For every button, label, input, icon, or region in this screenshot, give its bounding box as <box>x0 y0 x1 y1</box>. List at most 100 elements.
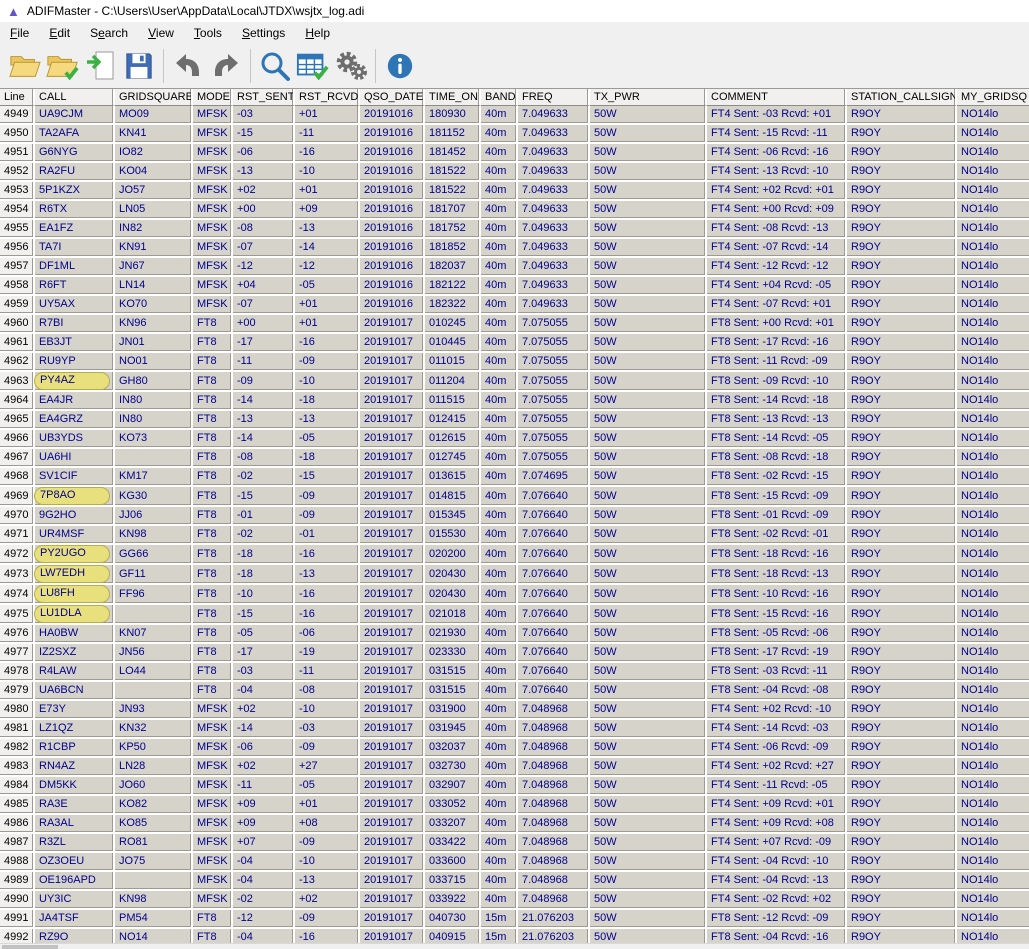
cell-comment[interactable]: FT8 Sent: -10 Rcvd: -16 <box>707 585 847 605</box>
cell-band[interactable]: 40m <box>481 545 518 565</box>
cell-tx_pwr[interactable]: 50W <box>590 487 707 507</box>
cell-tx_pwr[interactable]: 50W <box>590 853 707 872</box>
cell-rst_rcvd[interactable]: -05 <box>295 277 360 296</box>
column-header-qso_date[interactable]: QSO_DATE <box>360 89 425 106</box>
cell-rst_rcvd[interactable]: -13 <box>295 565 360 585</box>
column-header-station_callsign[interactable]: STATION_CALLSIGN <box>847 89 957 106</box>
cell-band[interactable]: 40m <box>481 796 518 815</box>
cell-freq[interactable]: 7.075055 <box>518 315 590 334</box>
cell-call[interactable]: DM5KK <box>35 777 115 796</box>
cell-rst_rcvd[interactable]: -11 <box>295 125 360 144</box>
cell-station_callsign[interactable]: R9OY <box>847 106 957 125</box>
cell-rst_rcvd[interactable]: -19 <box>295 644 360 663</box>
cell-gridsquare[interactable]: GG66 <box>115 545 193 565</box>
cell-band[interactable]: 40m <box>481 372 518 392</box>
cell-qso_date[interactable]: 20191017 <box>360 663 425 682</box>
cell-band[interactable]: 40m <box>481 353 518 372</box>
cell-rst_rcvd[interactable]: -10 <box>295 701 360 720</box>
cell-time_on[interactable]: 021930 <box>425 625 481 644</box>
cell-rst_rcvd[interactable]: -16 <box>295 585 360 605</box>
cell-my_gridsq[interactable]: NO14lo <box>957 334 1029 353</box>
cell-time_on[interactable]: 031515 <box>425 682 481 701</box>
cell-call[interactable]: LZ1QZ <box>35 720 115 739</box>
cell-time_on[interactable]: 033422 <box>425 834 481 853</box>
cell-rst_sent[interactable]: -14 <box>233 392 295 411</box>
cell-mode[interactable]: MFSK <box>193 258 233 277</box>
cell-call[interactable]: IZ2SXZ <box>35 644 115 663</box>
cell-rst_sent[interactable]: -08 <box>233 220 295 239</box>
cell-freq[interactable]: 7.075055 <box>518 430 590 449</box>
cell-band[interactable]: 40m <box>481 296 518 315</box>
cell-qso_date[interactable]: 20191017 <box>360 334 425 353</box>
cell-freq[interactable]: 21.076203 <box>518 910 590 929</box>
cell-qso_date[interactable]: 20191017 <box>360 449 425 468</box>
cell-comment[interactable]: FT8 Sent: -11 Rcvd: -09 <box>707 353 847 372</box>
cell-qso_date[interactable]: 20191017 <box>360 625 425 644</box>
cell-station_callsign[interactable]: R9OY <box>847 507 957 526</box>
cell-comment[interactable]: FT8 Sent: -09 Rcvd: -10 <box>707 372 847 392</box>
cell-band[interactable]: 40m <box>481 682 518 701</box>
cell-station_callsign[interactable]: R9OY <box>847 720 957 739</box>
cell-rst_rcvd[interactable]: -16 <box>295 605 360 625</box>
cell-station_callsign[interactable]: R9OY <box>847 834 957 853</box>
cell-comment[interactable]: FT4 Sent: +09 Rcvd: +01 <box>707 796 847 815</box>
cell-rst_sent[interactable]: -04 <box>233 682 295 701</box>
cell-band[interactable]: 40m <box>481 701 518 720</box>
cell-mode[interactable]: FT8 <box>193 644 233 663</box>
cell-freq[interactable]: 7.048968 <box>518 701 590 720</box>
cell-call[interactable]: UY3IC <box>35 891 115 910</box>
cell-my_gridsq[interactable]: NO14lo <box>957 701 1029 720</box>
cell-rst_sent[interactable]: -02 <box>233 891 295 910</box>
cell-rst_sent[interactable]: -01 <box>233 507 295 526</box>
cell-mode[interactable]: MFSK <box>193 701 233 720</box>
cell-comment[interactable]: FT4 Sent: -13 Rcvd: -10 <box>707 163 847 182</box>
cell-my_gridsq[interactable]: NO14lo <box>957 106 1029 125</box>
cell-gridsquare[interactable] <box>115 605 193 625</box>
cell-rst_rcvd[interactable]: +01 <box>295 315 360 334</box>
cell-my_gridsq[interactable]: NO14lo <box>957 430 1029 449</box>
cell-line[interactable]: 4965 <box>0 411 35 430</box>
cell-tx_pwr[interactable]: 50W <box>590 545 707 565</box>
cell-my_gridsq[interactable]: NO14lo <box>957 526 1029 545</box>
cell-line[interactable]: 4977 <box>0 644 35 663</box>
cell-gridsquare[interactable]: KN41 <box>115 125 193 144</box>
cell-station_callsign[interactable]: R9OY <box>847 853 957 872</box>
cell-freq[interactable]: 7.076640 <box>518 526 590 545</box>
cell-rst_rcvd[interactable]: -16 <box>295 144 360 163</box>
cell-line[interactable]: 4960 <box>0 315 35 334</box>
cell-rst_rcvd[interactable]: -13 <box>295 872 360 891</box>
cell-my_gridsq[interactable]: NO14lo <box>957 239 1029 258</box>
cell-station_callsign[interactable]: R9OY <box>847 701 957 720</box>
cell-rst_rcvd[interactable]: -11 <box>295 663 360 682</box>
cell-comment[interactable]: FT4 Sent: +02 Rcvd: +27 <box>707 758 847 777</box>
cell-time_on[interactable]: 033052 <box>425 796 481 815</box>
cell-line[interactable]: 4988 <box>0 853 35 872</box>
cell-mode[interactable]: FT8 <box>193 625 233 644</box>
horizontal-scrollbar[interactable] <box>0 943 1029 949</box>
cell-rst_rcvd[interactable]: -01 <box>295 526 360 545</box>
cell-rst_rcvd[interactable]: +01 <box>295 106 360 125</box>
menu-item-settings[interactable]: Settings <box>232 23 295 43</box>
cell-mode[interactable]: FT8 <box>193 526 233 545</box>
cell-rst_rcvd[interactable]: -09 <box>295 739 360 758</box>
cell-time_on[interactable]: 032037 <box>425 739 481 758</box>
cell-gridsquare[interactable]: KO73 <box>115 430 193 449</box>
cell-freq[interactable]: 7.075055 <box>518 334 590 353</box>
cell-freq[interactable]: 7.049633 <box>518 182 590 201</box>
cell-rst_rcvd[interactable]: -18 <box>295 449 360 468</box>
cell-line[interactable]: 4980 <box>0 701 35 720</box>
cell-my_gridsq[interactable]: NO14lo <box>957 468 1029 487</box>
cell-band[interactable]: 40m <box>481 565 518 585</box>
undo-button[interactable] <box>169 48 207 84</box>
cell-comment[interactable]: FT4 Sent: -11 Rcvd: -05 <box>707 777 847 796</box>
cell-rst_rcvd[interactable]: -13 <box>295 411 360 430</box>
cell-mode[interactable]: FT8 <box>193 507 233 526</box>
cell-gridsquare[interactable]: IN80 <box>115 392 193 411</box>
cell-station_callsign[interactable]: R9OY <box>847 468 957 487</box>
cell-call[interactable]: LU1DLA <box>34 605 115 625</box>
cell-freq[interactable]: 7.075055 <box>518 392 590 411</box>
cell-rst_sent[interactable]: -18 <box>233 565 295 585</box>
cell-mode[interactable]: MFSK <box>193 853 233 872</box>
cell-freq[interactable]: 7.048968 <box>518 758 590 777</box>
cell-call[interactable]: RN4AZ <box>35 758 115 777</box>
